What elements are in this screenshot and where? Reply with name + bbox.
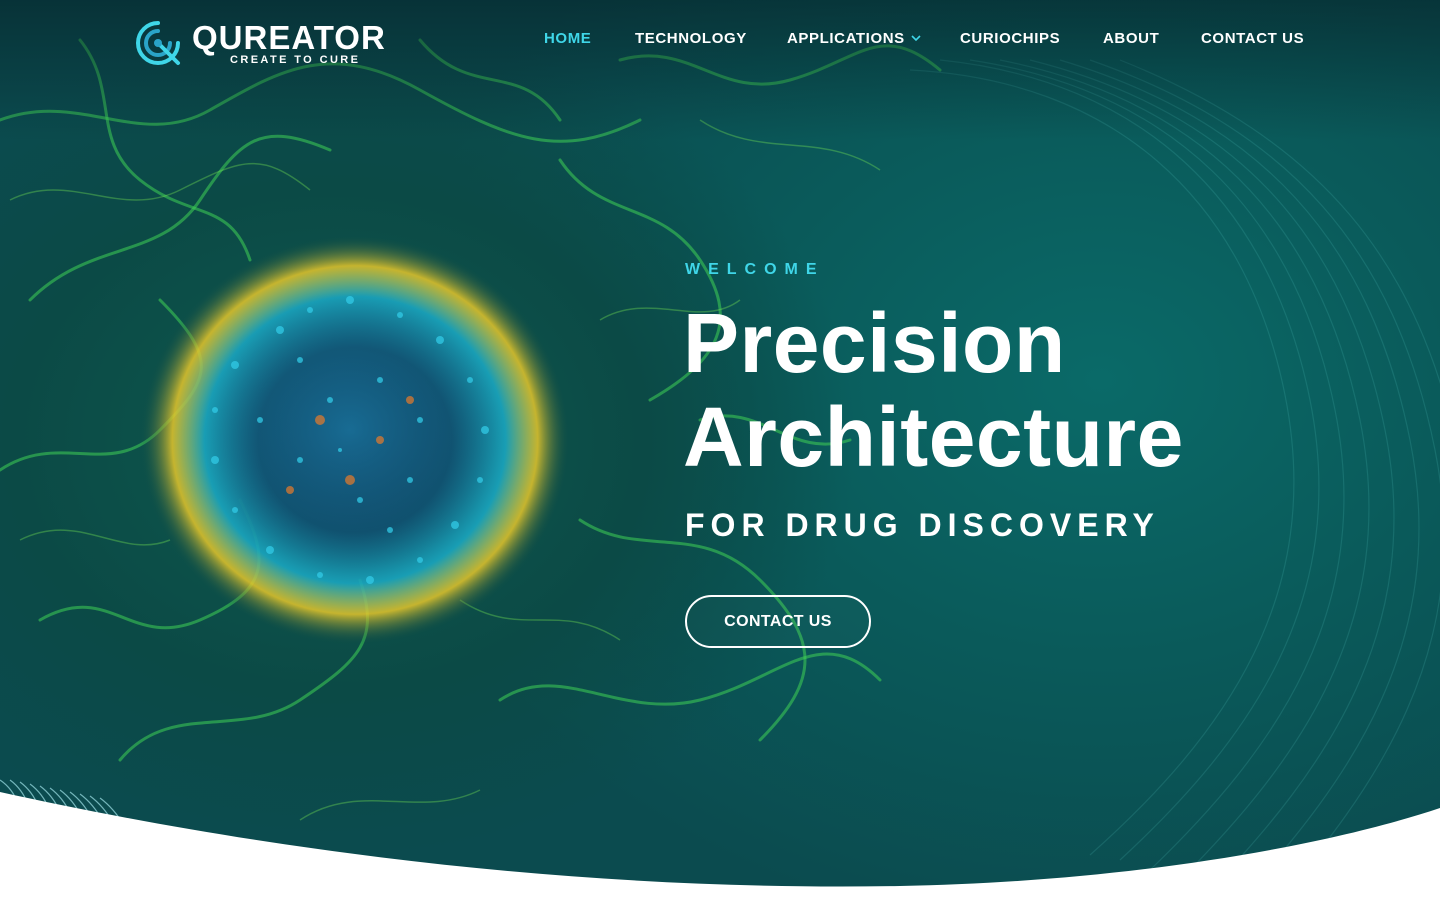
nav-item-contact-us[interactable]: CONTACT US bbox=[1201, 28, 1304, 50]
brand-name: QUREATOR bbox=[192, 19, 386, 56]
hero-section: QUREATOR CREATE TO CURE HOME TECHNOLOGY … bbox=[0, 0, 1440, 900]
bottom-wave-divider bbox=[0, 779, 1440, 900]
brand-tagline: CREATE TO CURE bbox=[230, 54, 361, 66]
hero-headline: Precision Architecture bbox=[683, 296, 1184, 484]
brand-logo[interactable]: QUREATOR CREATE TO CURE bbox=[134, 18, 394, 70]
nav-item-curiochips[interactable]: CURIOCHIPS bbox=[960, 28, 1060, 50]
nav-item-applications-label: APPLICATIONS bbox=[787, 30, 905, 47]
chevron-down-icon bbox=[911, 35, 921, 42]
q-swirl-logo-icon bbox=[136, 21, 180, 65]
nav-item-about[interactable]: ABOUT bbox=[1103, 28, 1159, 50]
nav-item-home[interactable]: HOME bbox=[544, 28, 591, 50]
nav-item-applications[interactable]: APPLICATIONS bbox=[787, 28, 921, 50]
hero-subheadline: FOR DRUG DISCOVERY bbox=[685, 507, 1160, 543]
hero-headline-line2: Architecture bbox=[683, 390, 1184, 484]
contact-us-button[interactable]: CONTACT US bbox=[685, 595, 871, 648]
hero-headline-line1: Precision bbox=[683, 296, 1066, 390]
nav-item-technology[interactable]: TECHNOLOGY bbox=[635, 28, 747, 50]
hero-eyebrow: WELCOME bbox=[685, 261, 825, 278]
